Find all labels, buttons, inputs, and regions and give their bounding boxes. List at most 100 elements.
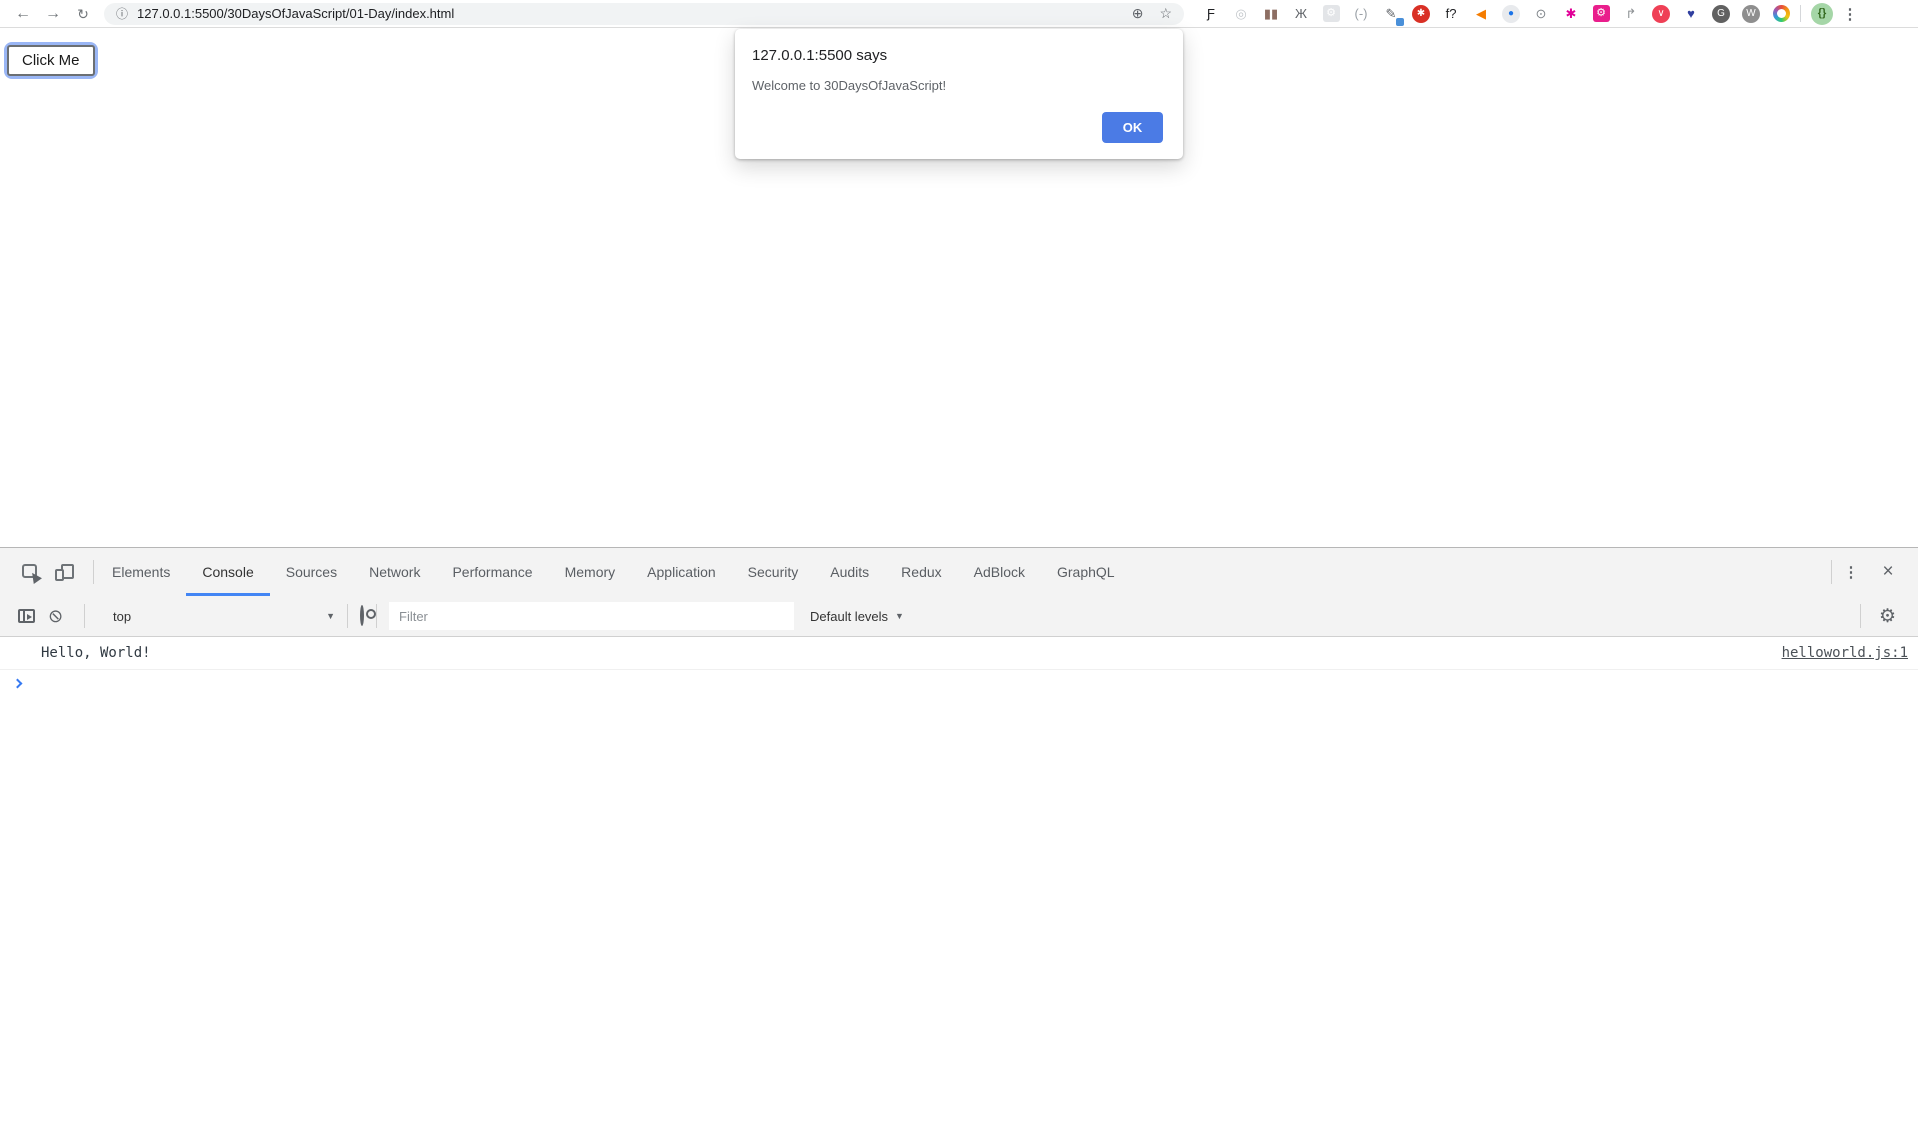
toolbar-separator-2 xyxy=(347,604,348,628)
fonts-ninja-glyph: Ƒ xyxy=(1201,4,1221,24)
tab-network[interactable]: Network xyxy=(353,548,436,596)
reload-icon[interactable]: ↻ xyxy=(68,7,98,21)
json-viewer-extension-icon[interactable]: {} xyxy=(1807,1,1837,27)
chevron-down-icon: ▼ xyxy=(895,611,904,621)
pocket-icon[interactable]: ∨ xyxy=(1646,1,1676,27)
tab-security[interactable]: Security xyxy=(732,548,815,596)
color-ring-icon[interactable] xyxy=(1766,1,1796,27)
tab-performance[interactable]: Performance xyxy=(436,548,548,596)
dark-g-icon[interactable]: G xyxy=(1706,1,1736,27)
url-bar[interactable]: ⓘ 127.0.0.1:5500/30DaysOfJavaScript/01-D… xyxy=(104,3,1184,25)
alert-ok-button[interactable]: OK xyxy=(1102,112,1163,143)
alert-title: 127.0.0.1:5500 says xyxy=(752,47,887,64)
dark-g-glyph: G xyxy=(1712,5,1730,23)
font-question-glyph: f? xyxy=(1441,4,1461,24)
bug-glyph: Ж xyxy=(1291,4,1311,24)
devtools-panel: ElementsConsoleSourcesNetworkPerformance… xyxy=(0,547,1918,1146)
graphql-atom-icon[interactable]: ✱ xyxy=(1556,1,1586,27)
w-circle-glyph: W xyxy=(1742,5,1760,23)
orange-blocks-icon[interactable]: ▮▮ xyxy=(1256,1,1286,27)
toolbar-separator-1 xyxy=(84,604,85,628)
tab-sources[interactable]: Sources xyxy=(270,548,353,596)
heart-search-glyph: ♥ xyxy=(1681,4,1701,24)
console-source-link[interactable]: helloworld.js:1 xyxy=(1782,645,1908,661)
color-ring-glyph xyxy=(1773,5,1790,22)
back-icon[interactable]: ← xyxy=(8,6,38,22)
disabled-gear-glyph: ⚙ xyxy=(1323,5,1340,22)
paren-dash-icon[interactable]: (-) xyxy=(1346,1,1376,27)
adblock-hand-icon[interactable]: ✱ xyxy=(1406,1,1436,27)
live-expression-button[interactable] xyxy=(360,607,364,625)
tab-adblock[interactable]: AdBlock xyxy=(958,548,1041,596)
inspect-element-icon[interactable] xyxy=(13,548,47,596)
browser-menu-icon[interactable]: ⋮ xyxy=(1837,5,1863,23)
console-message-row: Hello, World! helloworld.js:1 xyxy=(0,637,1918,670)
tabbar-spacer xyxy=(1131,548,1831,596)
devtools-tabs: ElementsConsoleSourcesNetworkPerformance… xyxy=(96,548,1131,596)
tab-console[interactable]: Console xyxy=(186,548,269,596)
devtools-tabbar: ElementsConsoleSourcesNetworkPerformance… xyxy=(0,548,1918,596)
heart-search-icon[interactable]: ♥ xyxy=(1676,1,1706,27)
tab-redux[interactable]: Redux xyxy=(885,548,957,596)
site-info-icon[interactable]: ⓘ xyxy=(116,5,128,22)
console-prompt[interactable] xyxy=(0,670,1918,687)
console-sidebar-toggle[interactable] xyxy=(12,596,40,636)
font-question-icon[interactable]: f? xyxy=(1436,1,1466,27)
levels-label: Default levels xyxy=(810,609,888,624)
ghost-target-glyph: ◎ xyxy=(1231,4,1251,24)
bookmark-star-icon[interactable]: ☆ xyxy=(1159,5,1172,22)
tabbar-right: ⋮ × xyxy=(1831,548,1918,596)
fonts-ninja-icon[interactable]: Ƒ xyxy=(1196,1,1226,27)
tab-audits[interactable]: Audits xyxy=(814,548,885,596)
clear-console-icon: ⊘ xyxy=(48,607,63,625)
alert-message: Welcome to 30DaysOfJavaScript! xyxy=(752,78,946,93)
color-picker-icon[interactable]: ✎ xyxy=(1376,1,1406,27)
device-icon xyxy=(55,564,74,581)
page-zoom-icon[interactable]: ⊕ xyxy=(1132,5,1144,22)
click-me-button[interactable]: Click Me xyxy=(7,45,95,76)
blue-orb-icon[interactable]: ● xyxy=(1496,1,1526,27)
megaphone-glyph: ◀ xyxy=(1471,4,1491,24)
page-content: Click Me 127.0.0.1:5500 says Welcome to … xyxy=(0,29,1918,547)
color-picker-badge xyxy=(1396,18,1404,26)
blue-orb-glyph: ● xyxy=(1502,5,1520,23)
pink-gear-icon[interactable]: ⚙ xyxy=(1586,1,1616,27)
tab-memory[interactable]: Memory xyxy=(549,548,632,596)
tab-application[interactable]: Application xyxy=(631,548,732,596)
megaphone-icon[interactable]: ◀ xyxy=(1466,1,1496,27)
devtools-close-icon[interactable]: × xyxy=(1870,561,1906,583)
w-circle-icon[interactable]: W xyxy=(1736,1,1766,27)
tab-graphql[interactable]: GraphQL xyxy=(1041,548,1131,596)
log-levels-selector[interactable]: Default levels ▼ xyxy=(810,609,904,624)
console-settings-gear-icon[interactable]: ⚙ xyxy=(1879,607,1896,626)
gray-arrows-icon[interactable]: ↱ xyxy=(1616,1,1646,27)
pocket-glyph: ∨ xyxy=(1652,5,1670,23)
forward-icon[interactable]: → xyxy=(38,6,68,22)
camera-glyph: ⊙ xyxy=(1531,4,1551,24)
orange-blocks-glyph: ▮▮ xyxy=(1261,4,1281,24)
bug-icon[interactable]: Ж xyxy=(1286,1,1316,27)
inspect-cursor-icon xyxy=(22,564,39,580)
ghost-target-icon[interactable]: ◎ xyxy=(1226,1,1256,27)
console-prompt-chevron-icon xyxy=(13,679,23,689)
tab-elements[interactable]: Elements xyxy=(96,548,186,596)
sidebar-icon xyxy=(18,609,35,623)
tabbar-separator xyxy=(93,560,94,584)
adblock-hand-glyph: ✱ xyxy=(1412,5,1430,23)
extensions-area: Ƒ◎▮▮Ж⚙(-)✎✱f?◀●⊙✱⚙↱∨♥GW xyxy=(1196,1,1796,27)
alert-dialog: 127.0.0.1:5500 says Welcome to 30DaysOfJ… xyxy=(735,29,1183,159)
pink-gear-glyph: ⚙ xyxy=(1593,5,1610,22)
url-text[interactable]: 127.0.0.1:5500/30DaysOfJavaScript/01-Day… xyxy=(137,6,454,21)
click-me-focus-ring: Click Me xyxy=(4,42,98,79)
gray-arrows-glyph: ↱ xyxy=(1621,4,1641,24)
execution-context-selector[interactable]: top ▼ xyxy=(113,609,335,624)
toolbar-separator-4 xyxy=(1860,604,1861,628)
camera-icon[interactable]: ⊙ xyxy=(1526,1,1556,27)
toolbar-separator xyxy=(1800,5,1801,22)
disabled-gear-icon[interactable]: ⚙ xyxy=(1316,1,1346,27)
device-toolbar-icon[interactable] xyxy=(47,548,81,596)
braces-icon: {} xyxy=(1811,3,1833,25)
devtools-menu-icon[interactable]: ⋮ xyxy=(1832,563,1870,581)
clear-console-button[interactable]: ⊘ xyxy=(40,596,72,636)
filter-input[interactable] xyxy=(389,602,794,630)
